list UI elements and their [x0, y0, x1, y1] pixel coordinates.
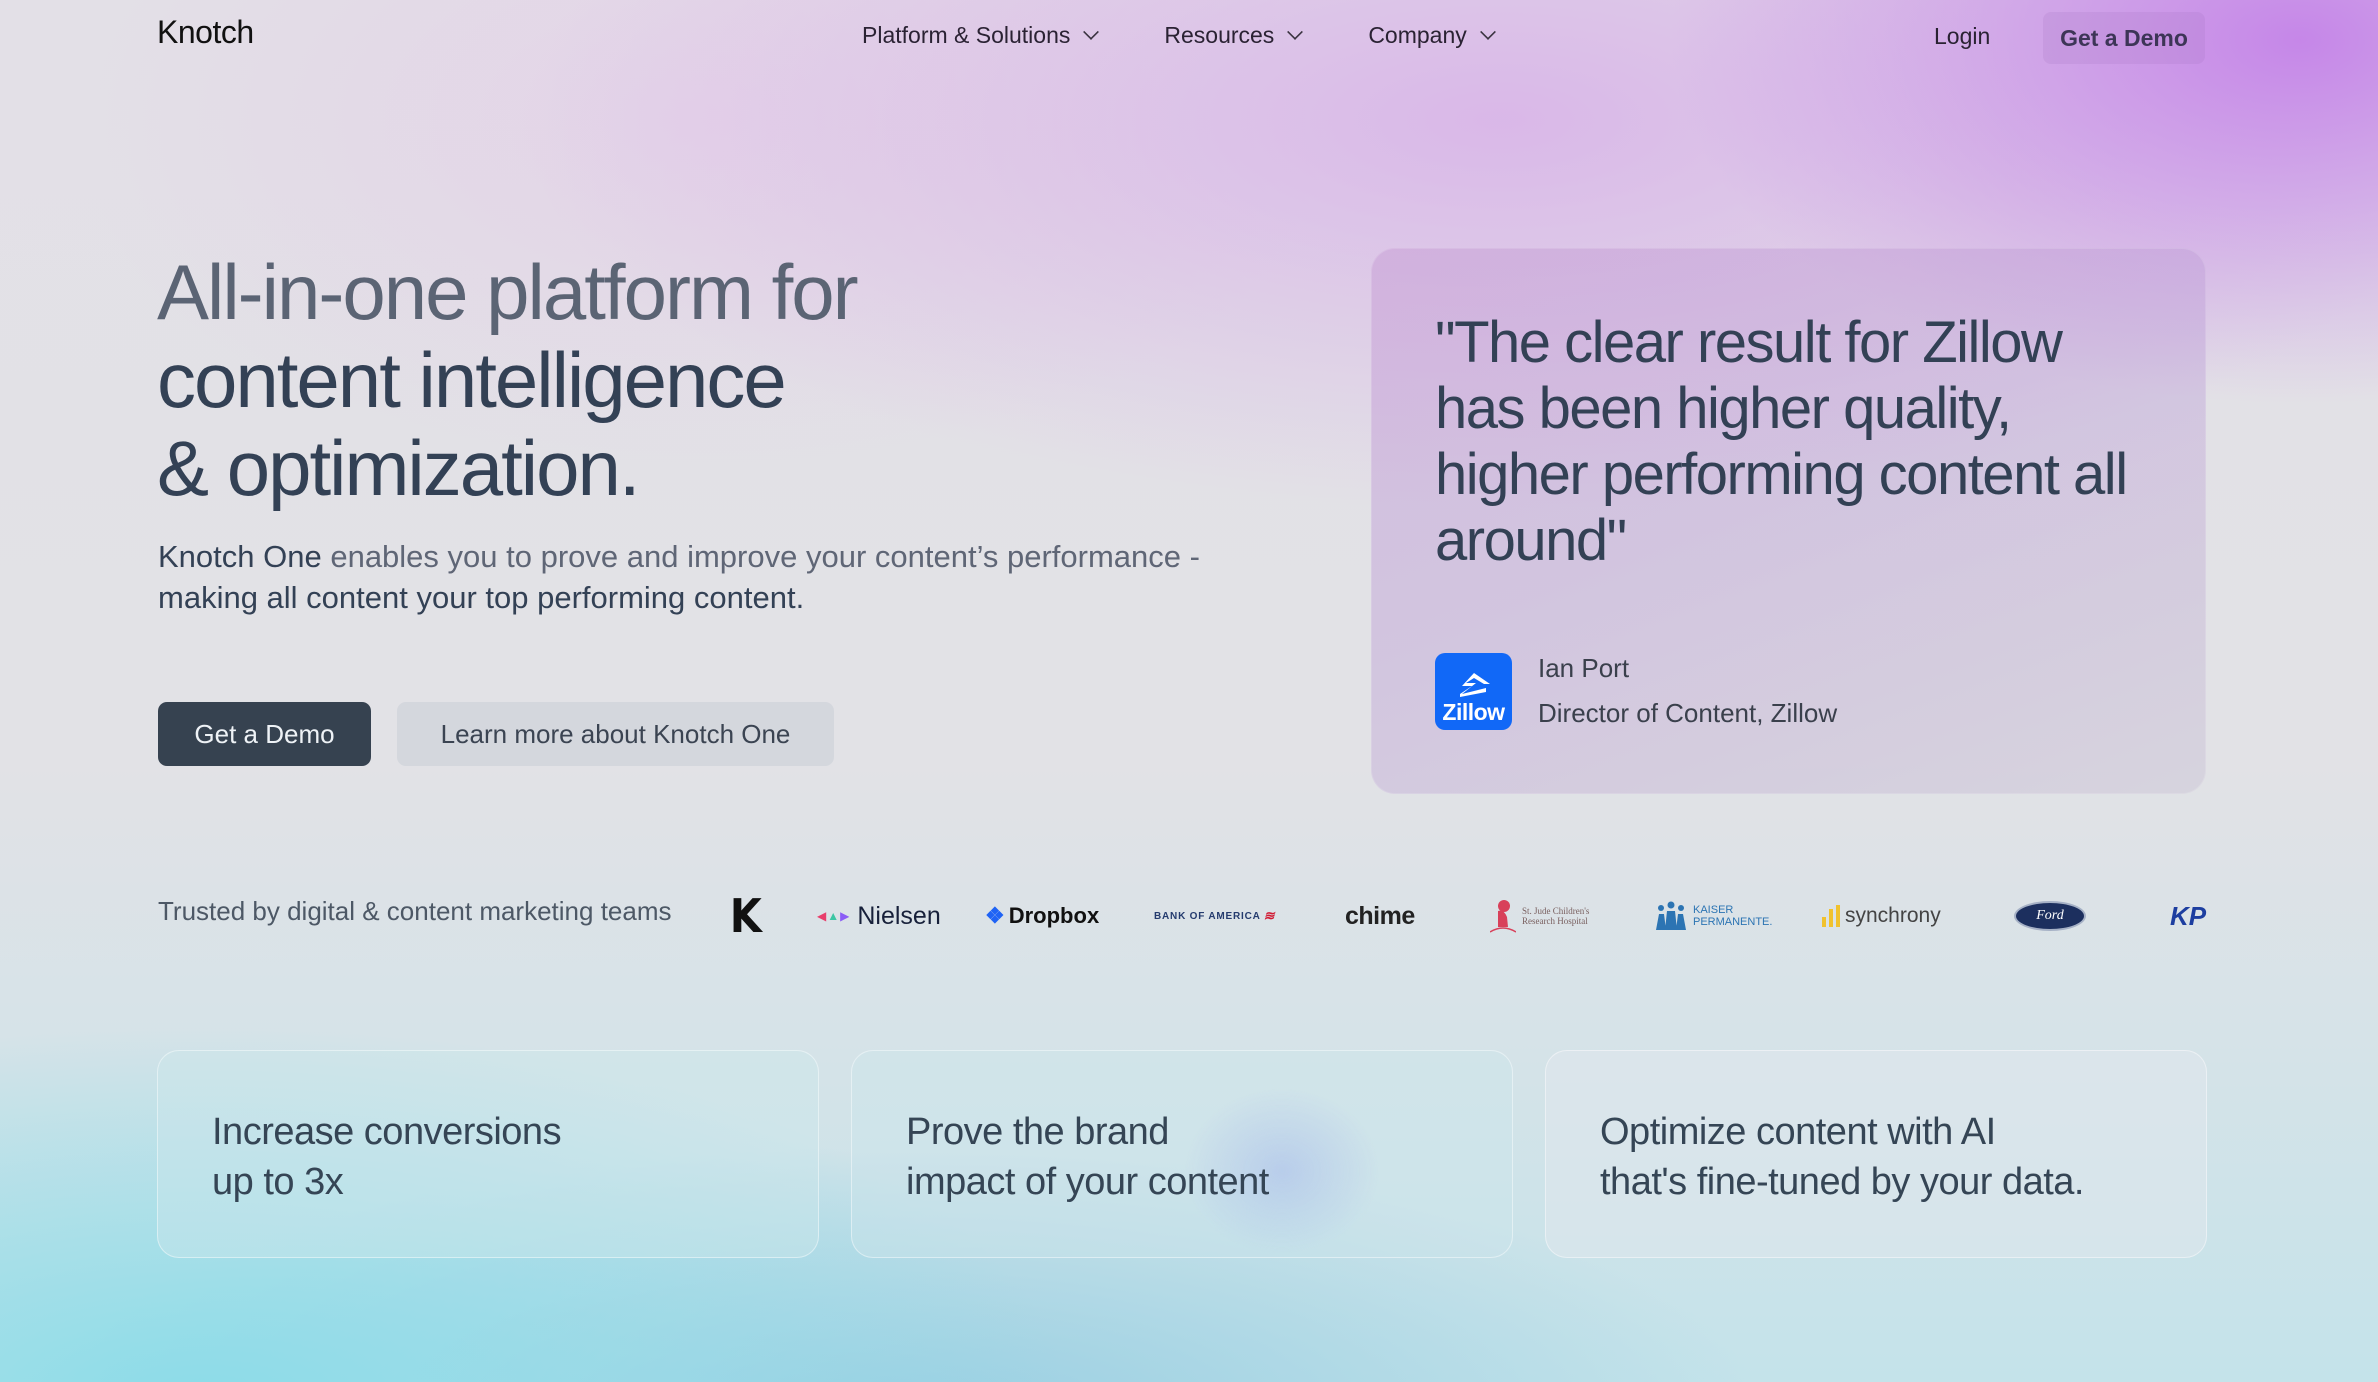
st-jude-figure-icon [1490, 900, 1516, 933]
hero-subtitle: Knotch One enables you to prove and impr… [158, 536, 1268, 618]
nav-item-label: Platform & Solutions [862, 22, 1071, 48]
knotch-logo[interactable]: Knotch [157, 14, 254, 51]
kaiser-text: KAISER PERMANENTE. [1693, 904, 1772, 928]
nav-item-platform-solutions[interactable]: Platform & Solutions [862, 22, 1100, 49]
chevron-down-icon [1479, 23, 1496, 40]
chime-wordmark: chime [1345, 901, 1415, 930]
zillow-logo: Zillow [1435, 653, 1512, 730]
customer-logos-carousel: K ◀ ▲ ▶ Nielsen ❖ Dropbox BANK OF AMERICA … [720, 882, 2208, 950]
st-jude-logo: St. Jude Children's Research Hospital [1490, 882, 1589, 950]
dropbox-box-icon: ❖ [985, 903, 1005, 928]
product-name: Knotch One [158, 539, 322, 574]
testimonial-quote: "The clear result for Zillow has been hi… [1435, 310, 2128, 573]
st-jude-line1: St. Jude Children's [1522, 906, 1590, 916]
kaiser-line1: KAISER [1693, 904, 1734, 916]
kaiser-line2: PERMANENTE. [1693, 916, 1773, 928]
nielsen-logo: ◀ ▲ ▶ Nielsen [817, 882, 941, 950]
st-jude-text: St. Jude Children's Research Hospital [1522, 906, 1589, 926]
author-role: Director of Content, Zillow [1538, 698, 1838, 728]
hero-title-line: content intelligence [157, 336, 787, 424]
nav-links: Platform & Solutions Resources Company [862, 22, 1561, 49]
nav-get-demo-button[interactable]: Get a Demo [2043, 12, 2205, 64]
hero-title-line: & optimization. [157, 424, 641, 512]
zillow-wordmark: Zillow [1442, 699, 1505, 725]
synchrony-bars-icon [1822, 905, 1840, 927]
kp-wordmark: KP [2170, 900, 2207, 931]
feature-card-title: Increase conversions up to 3x [212, 1111, 562, 1203]
top-nav: Knotch Platform & Solutions Resources Co… [0, 0, 2378, 72]
chevron-down-icon [1287, 23, 1304, 40]
bank-of-america-logo: BANK OF AMERICA ≋ [1154, 882, 1275, 950]
boa-flag-icon: ≋ [1263, 908, 1276, 923]
feature-card-brand-impact[interactable]: Prove the brand impact of your content [851, 1050, 1513, 1258]
subtitle-text: enables you to prove and improve your co… [321, 539, 1200, 574]
feature-card-title: Prove the brand impact of your content [906, 1111, 1269, 1203]
dropbox-logo: ❖ Dropbox [985, 882, 1099, 950]
ford-logo: Ford [2014, 882, 2086, 950]
feature-cards: Increase conversions up to 3x Prove the b… [157, 1050, 2207, 1258]
feature-card-conversions[interactable]: Increase conversions up to 3x [157, 1050, 819, 1258]
chime-logo: chime [1345, 882, 1415, 950]
feature-card-title: Optimize content with AI that's fine-tune… [1600, 1111, 2084, 1203]
synchrony-logo: synchrony [1822, 882, 1941, 950]
nav-item-label: Company [1368, 22, 1467, 48]
feature-card-ai-optimize[interactable]: Optimize content with AI that's fine-tune… [1545, 1050, 2207, 1258]
nav-item-label: Resources [1164, 22, 1275, 48]
ford-oval-icon: Ford [2014, 901, 2086, 931]
boa-wordmark: BANK OF AMERICA [1154, 910, 1261, 922]
kaiser-people-icon [1656, 901, 1686, 930]
dropbox-wordmark: Dropbox [1008, 903, 1100, 928]
login-link[interactable]: Login [1934, 23, 1990, 50]
testimonial-card: "The clear result for Zillow has been hi… [1371, 248, 2206, 794]
st-jude-line2: Research Hospital [1522, 916, 1588, 926]
page: Knotch Platform & Solutions Resources Co… [0, 0, 2378, 1382]
subtitle-text-rest: making all content your top performing c… [158, 580, 805, 615]
k-logo: K [730, 882, 762, 950]
chevron-down-icon [1083, 23, 1100, 40]
hero-title-line: All-in-one platform for [157, 248, 859, 336]
author-name: Ian Port [1538, 653, 1630, 683]
get-demo-button[interactable]: Get a Demo [158, 702, 371, 766]
k-logo-text: K [729, 889, 762, 943]
kaiser-permanente-logo: KAISER PERMANENTE. [1655, 882, 1772, 950]
nav-item-resources[interactable]: Resources [1164, 22, 1304, 49]
trusted-by-label: Trusted by digital & content marketing t… [158, 896, 672, 926]
nav-item-company[interactable]: Company [1368, 22, 1496, 49]
kp-logo: KP [2170, 882, 2206, 950]
synchrony-wordmark: synchrony [1845, 904, 1941, 927]
learn-more-button[interactable]: Learn more about Knotch One [397, 702, 834, 766]
nielsen-mark-icon: ◀ ▲ ▶ [817, 909, 850, 923]
nielsen-wordmark: Nielsen [857, 901, 941, 930]
zillow-house-icon [1459, 673, 1490, 697]
hero-title: All-in-one platform for content intellig… [157, 248, 859, 512]
ford-wordmark: Ford [2036, 908, 2064, 923]
